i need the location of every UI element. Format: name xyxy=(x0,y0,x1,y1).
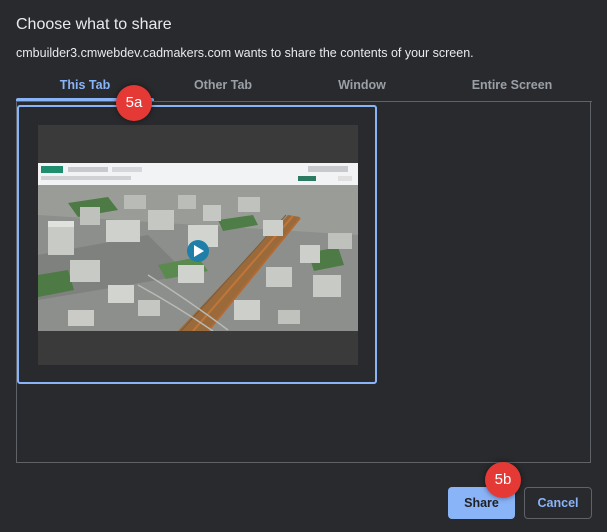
callout-5b-marker: 5b xyxy=(485,462,521,498)
dialog-subtitle: cmbuilder3.cmwebdev.cadmakers.com wants … xyxy=(16,46,474,60)
dialog-title: Choose what to share xyxy=(16,16,172,33)
tab-preview-tile[interactable] xyxy=(17,105,377,384)
source-tabs: This Tab Other Tab Window Entire Screen xyxy=(16,78,592,101)
tab-window[interactable]: Window xyxy=(292,78,432,100)
callout-5a-marker: 5a xyxy=(116,85,152,121)
share-screen-dialog: Choose what to share cmbuilder3.cmwebdev… xyxy=(0,0,607,532)
tab-preview-thumbnail xyxy=(38,125,358,365)
thumbnail-image xyxy=(38,125,358,365)
tab-entire-screen[interactable]: Entire Screen xyxy=(432,78,592,100)
tab-other-tab[interactable]: Other Tab xyxy=(154,78,292,100)
cancel-button[interactable]: Cancel xyxy=(524,487,592,519)
